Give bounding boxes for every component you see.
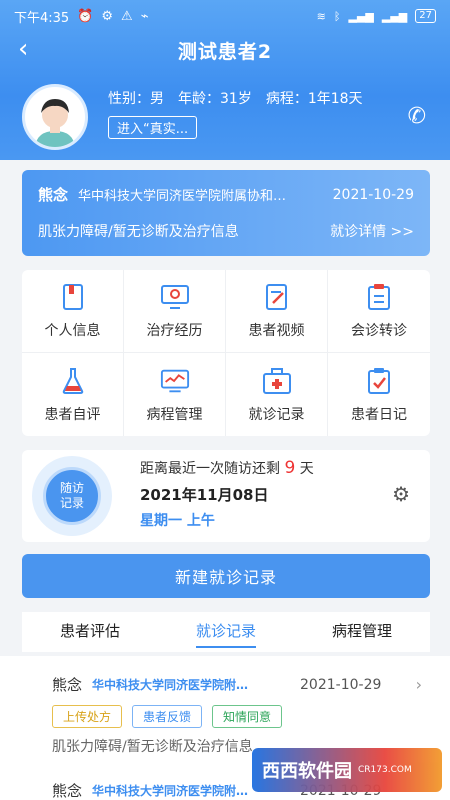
menu-label: 患者自评 <box>44 406 101 423</box>
menu-label: 就诊记录 <box>248 406 305 423</box>
checklist-icon <box>364 366 394 396</box>
avatar <box>22 84 88 150</box>
followup-badge[interactable]: 随访 记录 <box>32 456 112 536</box>
book-icon <box>58 282 88 312</box>
clipboard-icon <box>364 282 394 312</box>
tab-label: 就诊记录 <box>195 622 256 648</box>
medical-kit-icon <box>262 366 292 396</box>
menu-label: 治疗经历 <box>146 323 203 339</box>
usb-icon: ⌁ <box>140 8 149 24</box>
followup-countdown: 距离最近一次随访还剩 9 天 <box>140 458 314 478</box>
edit-document-icon <box>262 282 292 312</box>
nav-bar: ‹ 测试患者2 <box>0 32 450 68</box>
alarm-icon: ⏰ <box>77 8 94 24</box>
chevron-right-icon: › <box>415 675 422 694</box>
menu-label: 患者视频 <box>248 323 305 339</box>
gender-label: 性别：男 <box>108 91 164 107</box>
countdown-prefix: 距离最近一次随访还剩 <box>140 461 280 477</box>
signal-icon-2: ▂▄▆ <box>381 9 408 23</box>
flask-icon <box>58 366 88 396</box>
feature-grid: 个人信息 治疗经历 患者视频 会诊转诊 患者自评 病程管理 就诊记录 患者日记 <box>22 270 430 436</box>
watermark-sub: CR173.COM <box>358 765 412 775</box>
menu-item-visit-records[interactable]: 就诊记录 <box>226 353 328 436</box>
visit-date: 2021-10-29 <box>332 186 414 203</box>
status-time: 下午4:35 <box>14 10 70 26</box>
page-title: 测试患者2 <box>177 40 273 63</box>
tab-visit-records[interactable]: 就诊记录 <box>158 612 294 652</box>
menu-item-consultation-referral[interactable]: 会诊转诊 <box>328 270 430 353</box>
record-date: 2021-10-29 <box>300 676 382 693</box>
tab-course-management[interactable]: 病程管理 <box>294 612 430 652</box>
record-tags: 上传处方 患者反馈 知情同意 <box>52 705 422 728</box>
phone-icon[interactable]: ✆ <box>408 104 426 129</box>
chart-screen-icon <box>160 366 190 396</box>
age-label: 年龄：31岁 <box>178 91 252 107</box>
followup-card: 随访 记录 距离最近一次随访还剩 9 天 2021年11月08日 星期一 上午 … <box>22 450 430 542</box>
tag-informed-consent[interactable]: 知情同意 <box>212 705 283 728</box>
tab-label: 患者评估 <box>59 622 120 640</box>
enter-real-world-button[interactable]: 进入“真实... <box>108 116 198 139</box>
followup-badge-line2: 记录 <box>59 496 84 510</box>
menu-item-patient-diary[interactable]: 患者日记 <box>328 353 430 436</box>
tag-patient-feedback[interactable]: 患者反馈 <box>132 705 203 728</box>
followup-date: 2021年11月08日 <box>140 486 269 504</box>
countdown-days: 9 <box>284 458 296 478</box>
course-label: 病程：1年18天 <box>265 91 363 107</box>
battery-icon: 27 <box>415 9 436 23</box>
latest-visit-card[interactable]: 熊念 华中科技大学同济医学院附属协和… 2021-10-29 肌张力障碍/暂无诊… <box>22 170 430 256</box>
new-visit-record-button[interactable]: 新建就诊记录 <box>22 554 430 598</box>
menu-label: 患者日记 <box>351 406 407 423</box>
tag-upload-prescription[interactable]: 上传处方 <box>52 705 123 728</box>
hospital-name: 华中科技大学同济医学院附属协和… <box>78 189 287 204</box>
gear-icon: ⚙ <box>101 8 114 24</box>
watermark-logo: 西西软件园 CR173.COM <box>252 748 442 792</box>
countdown-unit: 天 <box>299 461 314 477</box>
menu-item-patient-video[interactable]: 患者视频 <box>226 270 328 353</box>
visit-detail-link[interactable]: 就诊详情 >> <box>330 221 414 241</box>
record-hospital: 华中科技大学同济医学院附… <box>92 678 249 692</box>
watermark-text: 西西软件园 <box>262 761 352 782</box>
menu-item-course-management[interactable]: 病程管理 <box>124 353 226 436</box>
menu-item-personal-info[interactable]: 个人信息 <box>22 270 124 353</box>
menu-item-treatment-history[interactable]: 治疗经历 <box>124 270 226 353</box>
diagnosis-text: 肌张力障碍/暂无诊断及治疗信息 <box>38 224 239 240</box>
status-bar: 下午4:35 ⏰ ⚙ ⚠ ⌁ ≋ ᛒ ▂▄▆ ▂▄▆ 27 <box>0 0 450 32</box>
header: 下午4:35 ⏰ ⚙ ⚠ ⌁ ≋ ᛒ ▂▄▆ ▂▄▆ 27 ‹ 测试患者2 性别… <box>0 0 450 160</box>
patient-profile: 性别：男 年龄：31岁 病程：1年18天 进入“真实... ✆ <box>22 84 432 150</box>
menu-label: 会诊转诊 <box>351 323 407 339</box>
signal-icon: ▂▄▆ <box>348 9 374 23</box>
menu-item-self-assessment[interactable]: 患者自评 <box>22 353 124 436</box>
monitor-icon <box>160 282 190 312</box>
bluetooth-icon: ᛒ <box>333 9 341 23</box>
warning-icon: ⚠ <box>121 8 133 24</box>
record-tabs: 患者评估 就诊记录 病程管理 <box>22 612 430 652</box>
tab-label: 病程管理 <box>331 622 392 640</box>
avatar-illustration <box>35 99 75 147</box>
tab-patient-assessment[interactable]: 患者评估 <box>22 612 158 652</box>
list-item[interactable]: 熊念 华中科技大学同济医学院附… 2021-10-29 › 上传处方 患者反馈 … <box>52 674 422 756</box>
record-doctor-name: 熊念 <box>52 676 83 694</box>
followup-badge-line1: 随访 <box>59 481 84 495</box>
visit-record-list: 熊念 华中科技大学同济医学院附… 2021-10-29 › 上传处方 患者反馈 … <box>0 656 450 800</box>
chevron-left-icon[interactable]: ‹ <box>18 34 28 64</box>
wifi-icon: ≋ <box>316 9 326 23</box>
settings-gear-icon[interactable]: ⚙ <box>392 482 410 506</box>
record-doctor-name: 熊念 <box>52 782 83 800</box>
menu-label: 个人信息 <box>44 323 101 339</box>
menu-label: 病程管理 <box>146 406 203 423</box>
doctor-name: 熊念 <box>38 186 69 204</box>
followup-weekday: 星期一 上午 <box>140 513 215 529</box>
